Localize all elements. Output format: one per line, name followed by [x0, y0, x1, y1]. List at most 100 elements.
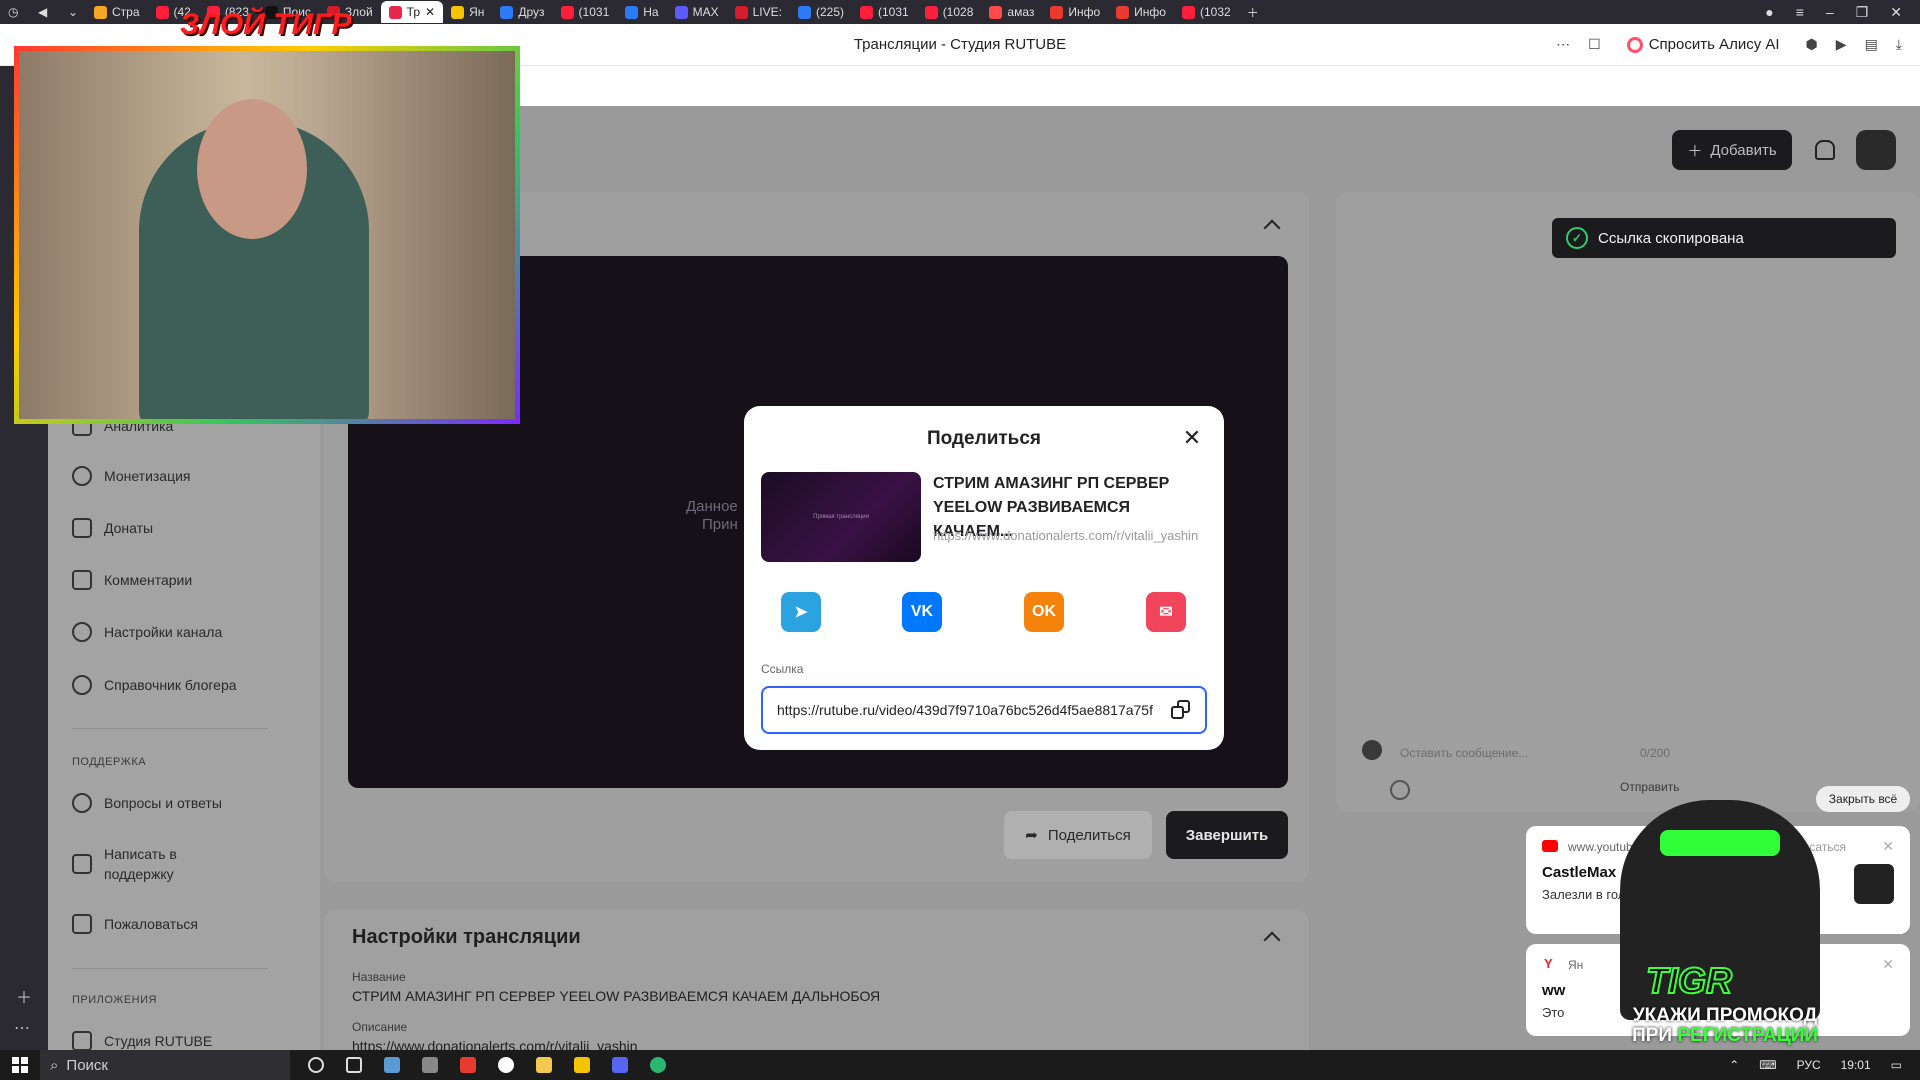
tab-favicon-icon: [859, 5, 873, 19]
app-icon[interactable]: [460, 1057, 476, 1073]
task-view-icon[interactable]: [346, 1057, 362, 1073]
vk-icon: VK: [910, 603, 934, 620]
studio-icon: [72, 1031, 92, 1051]
tray-chevron-icon[interactable]: ⌃: [1729, 1058, 1739, 1072]
avatar[interactable]: [1856, 130, 1896, 170]
finish-button[interactable]: Завершить: [1166, 811, 1288, 859]
alice-button[interactable]: Спросить Алису AI: [1619, 34, 1788, 55]
taskbar-search[interactable]: ⌕ Поиск: [40, 1050, 290, 1080]
close-window-icon[interactable]: ✕: [1890, 4, 1902, 21]
sidebar-item-monetization[interactable]: Монетизация: [72, 466, 191, 486]
sidebar-item-rutube-studio[interactable]: Студия RUTUBE: [72, 1031, 212, 1051]
cortana-icon[interactable]: [308, 1057, 324, 1073]
browser-tab[interactable]: Инфо: [1042, 1, 1108, 23]
browser-tab[interactable]: Друз: [492, 1, 552, 23]
share-button[interactable]: ➦ Поделиться: [1004, 811, 1152, 859]
yandex-browser-icon[interactable]: [498, 1057, 514, 1073]
app-icon[interactable]: [384, 1057, 400, 1073]
sidebar-item-write-support[interactable]: Написать в поддержку: [72, 844, 222, 884]
ok-share-button[interactable]: OK: [1024, 592, 1064, 632]
add-panel-icon[interactable]: ＋: [16, 984, 32, 1008]
emoji-icon[interactable]: [1390, 780, 1410, 800]
keyboard-icon[interactable]: ⌨: [1759, 1058, 1776, 1072]
chat-input[interactable]: Оставить сообщение...: [1400, 746, 1528, 760]
ruble-icon: [72, 466, 92, 486]
windows-start-icon[interactable]: [12, 1057, 28, 1073]
player-status-text: Данное Прин: [686, 498, 738, 533]
tab-close-icon[interactable]: ✕: [425, 5, 435, 19]
tab-favicon-icon: [625, 5, 639, 19]
email-share-button[interactable]: ✉: [1146, 592, 1186, 632]
tab-favicon-icon: [388, 5, 402, 19]
browser-tab[interactable]: LIVE:: [727, 1, 790, 23]
add-button[interactable]: ＋ Добавить: [1672, 130, 1792, 170]
browser-tab[interactable]: амаз: [981, 1, 1042, 23]
copy-icon[interactable]: [1171, 700, 1191, 720]
more-icon[interactable]: ⋯: [1556, 36, 1570, 53]
notification-center-icon[interactable]: ▭: [1891, 1058, 1902, 1072]
modal-title: Поделиться: [926, 428, 1042, 449]
alice-icon: [1626, 36, 1643, 53]
link-label: Ссылка: [761, 662, 804, 676]
browser-tab[interactable]: (225): [790, 1, 852, 23]
tab-favicon-icon: [500, 5, 514, 19]
sidebar-item-blogger-guide[interactable]: Справочник блогера: [72, 675, 237, 695]
browser-tab[interactable]: Инфо: [1108, 1, 1174, 23]
tab-label: (1032: [1199, 5, 1231, 19]
browser-tab[interactable]: (1032: [1174, 1, 1239, 23]
play-icon[interactable]: ▶: [1836, 36, 1847, 53]
odnoklassniki-icon: OK: [1032, 603, 1056, 620]
tab-favicon-icon: [734, 5, 748, 19]
extensions-icon[interactable]: ⬢: [1806, 36, 1818, 53]
tab-label: (1031: [578, 5, 610, 19]
tab-label: (1028: [942, 5, 974, 19]
tab-list-chevron-icon[interactable]: ⌄: [60, 1, 86, 23]
minimize-icon[interactable]: –: [1826, 4, 1834, 21]
app-icon[interactable]: [422, 1057, 438, 1073]
browser-tab[interactable]: MAX: [667, 1, 727, 23]
sidebar-item-comments[interactable]: Комментарии: [72, 570, 192, 590]
tab-favicon-icon: [674, 5, 688, 19]
streamer-name: ЗЛОЙ ТИГР: [180, 8, 352, 41]
browser-tab[interactable]: Тр ✕: [380, 1, 444, 23]
clock[interactable]: 19:01: [1841, 1058, 1871, 1072]
tab-label: (225): [815, 5, 844, 19]
close-icon[interactable]: ✕: [1182, 427, 1202, 449]
profile-icon[interactable]: ●: [1765, 4, 1773, 21]
browser-tab[interactable]: На: [617, 1, 666, 23]
discord-icon[interactable]: [612, 1057, 628, 1073]
sidebar-item-channel-settings[interactable]: Настройки канала: [72, 622, 222, 642]
browser-tab[interactable]: (1028: [917, 1, 982, 23]
menu-icon[interactable]: ≡: [1796, 4, 1804, 21]
chat-send-button[interactable]: Отправить: [1620, 780, 1680, 794]
sound-icon[interactable]: ◀: [30, 1, 60, 23]
browser-tab[interactable]: (1031: [553, 1, 618, 23]
browser-tab[interactable]: Стра: [86, 1, 148, 23]
new-tab-button[interactable]: ＋: [1239, 1, 1265, 23]
download-icon[interactable]: ⤓: [1896, 36, 1902, 53]
history-icon[interactable]: ◷: [0, 1, 30, 23]
tab-favicon-icon: [155, 5, 169, 19]
more-panels-icon[interactable]: ⋯: [14, 1018, 30, 1038]
sidebar-item-faq[interactable]: Вопросы и ответы: [72, 793, 222, 813]
share-link-field[interactable]: https://rutube.ru/video/439d7f9710a76bc5…: [761, 686, 1207, 734]
language-indicator[interactable]: РУС: [1797, 1058, 1821, 1072]
sidebar-item-report[interactable]: Пожаловаться: [72, 914, 198, 934]
bell-icon[interactable]: [1815, 140, 1835, 160]
telegram-share-button[interactable]: ➤: [781, 592, 821, 632]
bookmark-icon[interactable]: ☐: [1588, 36, 1601, 53]
name-label: Название: [352, 970, 406, 984]
mail-icon: [72, 854, 92, 874]
browser-tab[interactable]: (1031: [852, 1, 917, 23]
reader-icon[interactable]: ▤: [1865, 36, 1878, 53]
app-icon[interactable]: [574, 1057, 590, 1073]
sidebar-item-label: Комментарии: [104, 572, 193, 588]
name-value: СТРИМ АМАЗИНГ РП СЕРВЕР YEELOW РАЗВИВАЕМ…: [352, 988, 881, 1004]
sidebar-divider: [72, 968, 268, 969]
browser-tab[interactable]: Ян: [443, 1, 492, 23]
sidebar-item-donations[interactable]: Донаты: [72, 518, 153, 538]
edge-icon[interactable]: [650, 1057, 666, 1073]
restore-icon[interactable]: ❐: [1856, 4, 1869, 21]
vk-share-button[interactable]: VK: [902, 592, 942, 632]
folder-icon[interactable]: [536, 1057, 552, 1073]
